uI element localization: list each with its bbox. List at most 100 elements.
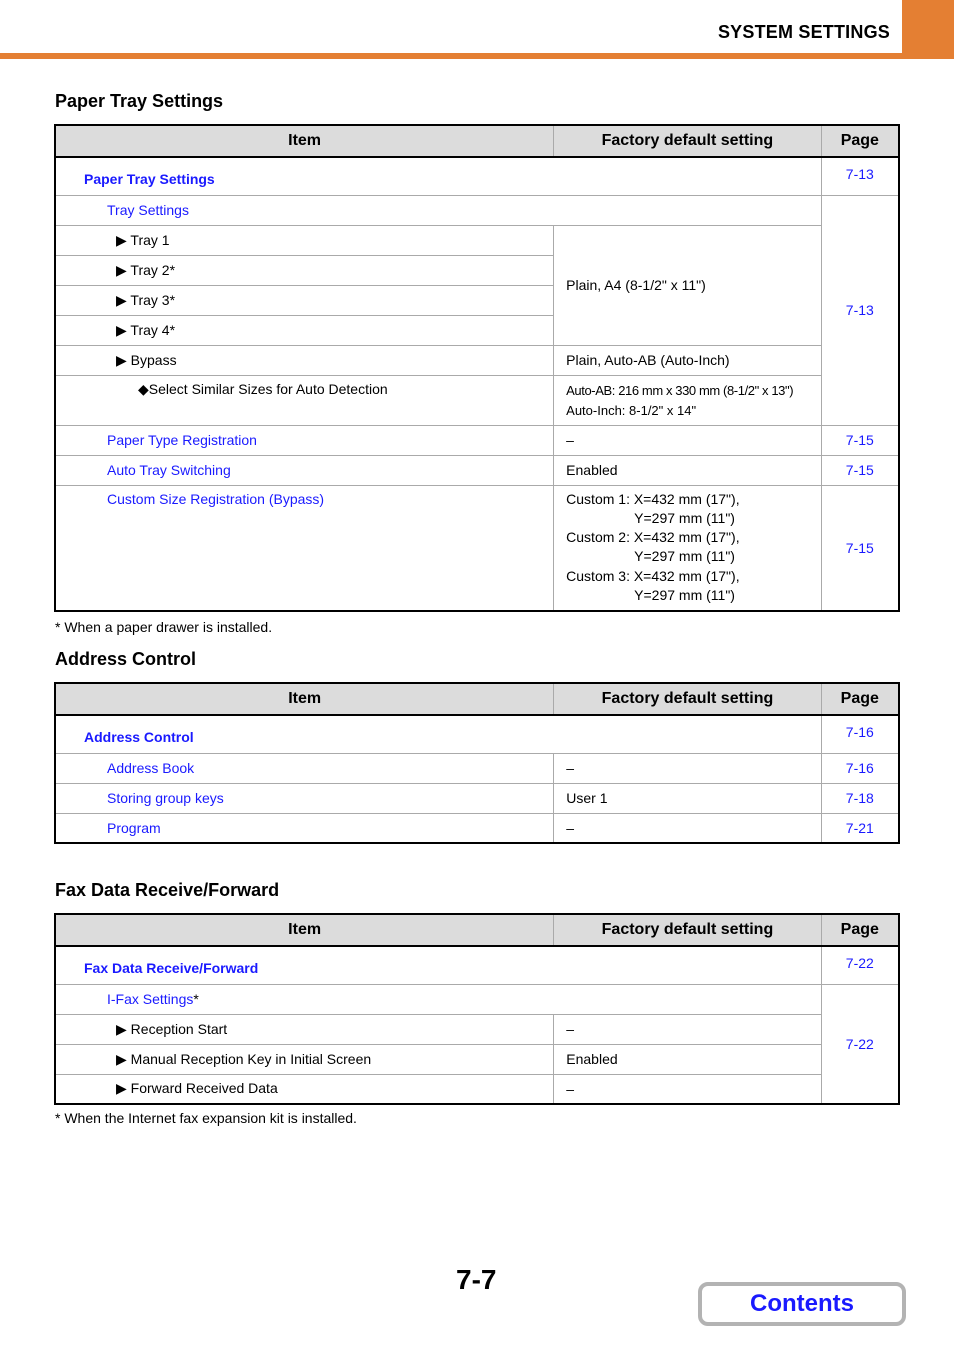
default-value: – [553,1013,822,1044]
table-row: Custom Size Registration (Bypass) Custom… [55,484,899,611]
link-program[interactable]: Program [55,812,554,843]
table-header: Item Factory default setting Page [55,683,899,716]
page-link[interactable]: 7-15 [820,454,899,485]
custom-line: Y=297 mm (11") [634,586,735,603]
item-label: Tray 2* [130,261,176,278]
page-link[interactable]: 7-22 [820,983,899,1104]
page-link[interactable]: 7-18 [820,782,899,813]
section-title-address-control: Address Control [55,649,197,669]
table-row: Auto Tray Switching Enabled 7-15 [55,454,899,485]
table-header: Item Factory default setting Page [55,125,899,158]
item-label: Tray 3* [130,291,176,308]
default-value: – [553,424,822,455]
default-value: User 1 [553,782,822,813]
link-paper-tray-settings[interactable]: Paper Tray Settings [55,156,822,195]
item-label: Bypass [130,351,177,368]
page-link[interactable]: 7-15 [820,424,899,455]
table-row: Address Book – 7-16 [55,752,899,783]
custom-size-default: Custom 1: X=432 mm (17"), Y=297 mm (11")… [553,484,822,611]
contents-button[interactable]: Contents [698,1282,906,1326]
section-title-fax-data: Fax Data Receive/Forward [55,880,280,900]
custom-line: Custom 2: X=432 mm (17"), [566,529,740,546]
table-row: ◆Select Similar Sizes for Auto Detection… [55,374,899,425]
triangle-icon: ▶ [116,291,127,308]
table-row: Address Control 7-16 [55,714,899,753]
table-row: ▶ Bypass Plain, Auto-AB (Auto-Inch) [55,344,899,375]
item-label: Select Similar Sizes for Auto Detection [148,380,388,397]
page-link[interactable]: 7-13 [820,156,899,195]
triangle-icon: ▶ [116,1020,127,1037]
page-link[interactable]: 7-16 [820,752,899,783]
link-paper-type-registration[interactable]: Paper Type Registration [55,424,554,455]
col-item: Item [55,683,554,716]
table-row: Tray Settings 7-13 [55,194,899,425]
col-item: Item [55,914,554,947]
custom-line: Y=297 mm (11") [634,548,735,565]
header-accent-bar [0,53,954,59]
table-row: Paper Type Registration – 7-15 [55,424,899,455]
link-custom-size-registration[interactable]: Custom Size Registration (Bypass) [55,484,554,611]
link-auto-tray-switching[interactable]: Auto Tray Switching [55,454,554,485]
custom-line: Custom 3: X=432 mm (17"), [566,567,740,584]
page-link[interactable]: 7-13 [820,194,899,425]
trays-default: Plain, A4 (8-1/2" x 11") [553,224,822,345]
footnote-paper-drawer: * When a paper drawer is installed. [55,619,273,635]
section-title-paper-tray: Paper Tray Settings [55,91,224,111]
link-tray-settings[interactable]: Tray Settings [55,194,822,225]
page-link[interactable]: 7-21 [820,812,899,843]
table-row: Program – 7-21 [55,812,899,843]
table-row: I-Fax Settings* 7-22 [55,983,899,1104]
page-link[interactable]: 7-16 [820,714,899,753]
triangle-icon: ▶ [116,1050,127,1067]
item-label: Manual Reception Key in Initial Screen [130,1050,372,1067]
similar-sizes-default-1: Auto-AB: 216 mm x 330 mm (8-1/2" x 13") [566,382,794,398]
custom-line: Custom 1: X=432 mm (17"), [566,490,740,507]
bypass-default: Plain, Auto-AB (Auto-Inch) [553,344,822,375]
diamond-icon: ◆ [138,380,149,397]
footnote-ifax: * When the Internet fax expansion kit is… [55,1110,357,1126]
page-link[interactable]: 7-22 [820,945,899,984]
table-row: ▶ Forward Received Data – [55,1073,899,1104]
link-address-control[interactable]: Address Control [55,714,822,753]
page-number: 7-7 [456,1264,497,1295]
triangle-icon: ▶ [116,321,127,338]
col-default: Factory default setting [553,125,822,158]
item-label: Reception Start [130,1020,228,1037]
custom-line: Y=297 mm (11") [634,509,735,526]
table-row: Storing group keys User 1 7-18 [55,782,899,813]
link-ifax-settings[interactable]: I-Fax Settings [107,991,193,1007]
col-page: Page [820,683,899,716]
table-row: ▶ Tray 1 Plain, A4 (8-1/2" x 11") [55,224,899,345]
asterisk: * [193,991,199,1007]
col-item: Item [55,125,554,158]
fax-data-table: Item Factory default setting Page Fax Da… [54,913,900,1105]
table-row: Paper Tray Settings 7-13 [55,156,899,195]
default-value: Enabled [553,1043,822,1074]
triangle-icon: ▶ [116,261,127,278]
header-accent-tab [902,0,954,56]
default-value: – [553,1073,822,1104]
link-address-book[interactable]: Address Book [55,752,554,783]
col-default: Factory default setting [553,683,822,716]
similar-sizes-default-2: Auto-Inch: 8-1/2" x 14" [566,402,697,418]
col-page: Page [820,914,899,947]
triangle-icon: ▶ [116,351,127,368]
default-value: Enabled [553,454,822,485]
table-row: ▶ Reception Start – [55,1013,899,1044]
table-header: Item Factory default setting Page [55,914,899,947]
table-row: Fax Data Receive/Forward 7-22 [55,945,899,984]
col-page: Page [820,125,899,158]
default-value: – [553,752,822,783]
item-label: Tray 1 [130,231,170,248]
page-link[interactable]: 7-15 [820,484,899,611]
link-storing-group-keys[interactable]: Storing group keys [55,782,554,813]
link-fax-data-receive-forward[interactable]: Fax Data Receive/Forward [55,945,822,984]
triangle-icon: ▶ [116,231,127,248]
default-value: – [553,812,822,843]
col-default: Factory default setting [553,914,822,947]
address-control-table: Item Factory default setting Page Addres… [54,682,900,844]
triangle-icon: ▶ [116,1080,127,1097]
item-label: Tray 4* [130,321,176,338]
table-row: ▶ Manual Reception Key in Initial Screen… [55,1043,899,1074]
item-label: Forward Received Data [130,1080,278,1097]
